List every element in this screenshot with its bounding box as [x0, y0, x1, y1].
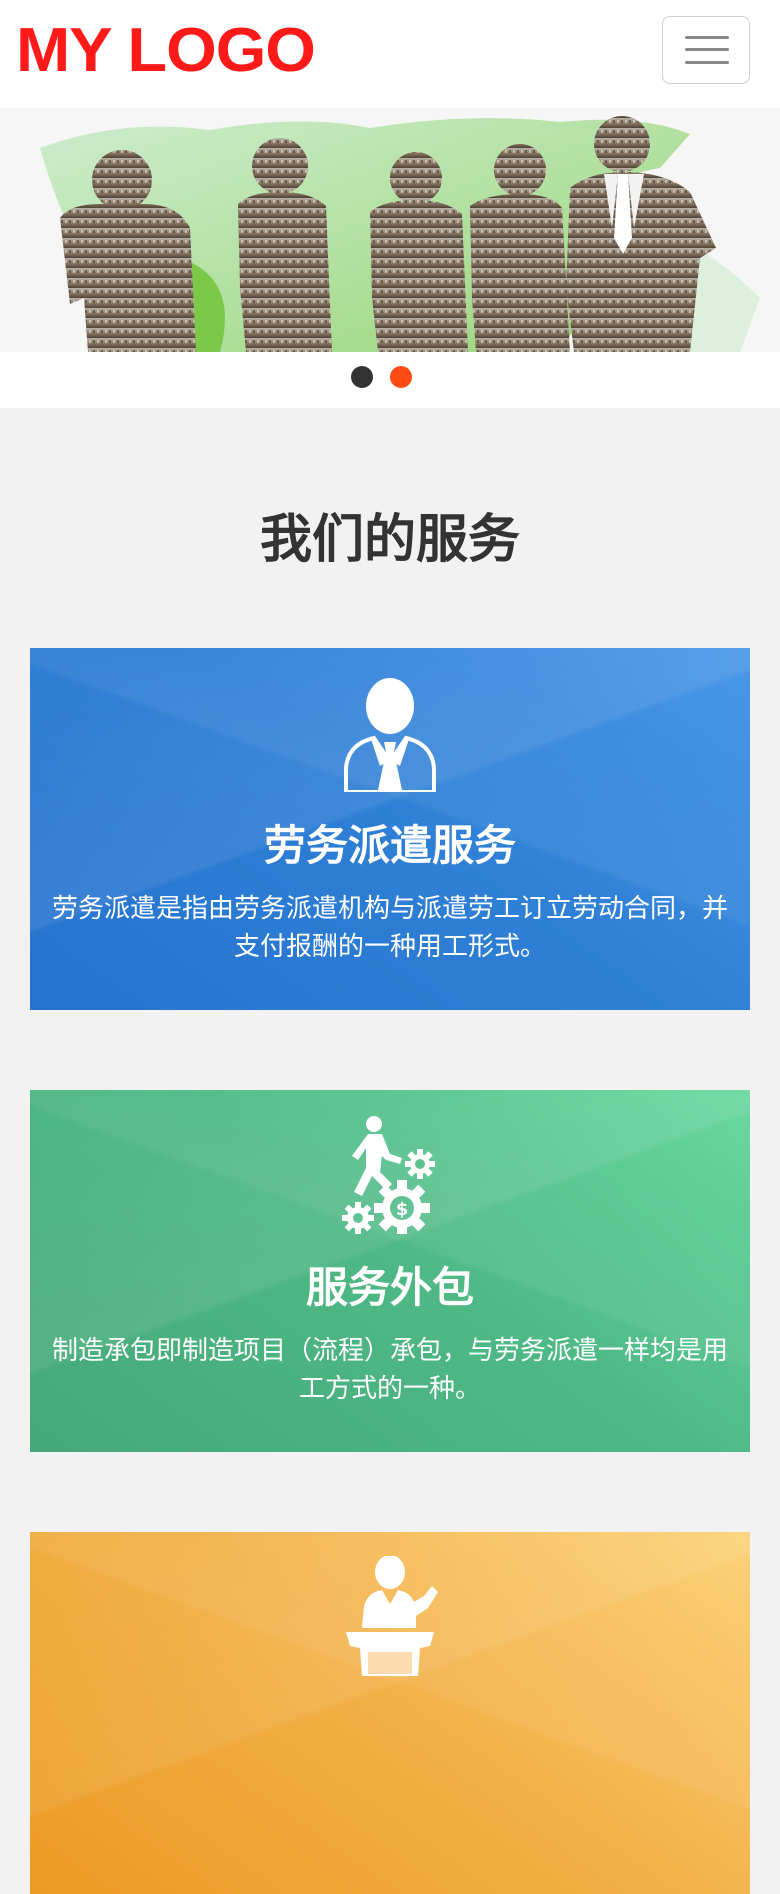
menu-bar [685, 36, 729, 39]
speaker-podium-icon [346, 1556, 438, 1676]
person-gears-icon: $ [342, 1116, 435, 1234]
service-card-outsourcing[interactable]: $ 服务外包 制造承包即制造项目（流程）承包，与劳务派遣一样均是用工方式的一种。 [30, 1090, 750, 1452]
carousel-dot-2-active[interactable] [390, 366, 412, 388]
service-card-training[interactable] [30, 1532, 750, 1894]
site-header: MY LOGO [0, 0, 780, 108]
service-card-title: 服务外包 [305, 1263, 474, 1312]
service-card-description: 劳务派遣是指由劳务派遣机构与派遣劳工订立劳动合同，并支付报酬的一种用工形式。 [52, 894, 729, 962]
service-card-labor-dispatch[interactable]: 劳务派遣服务 劳务派遣是指由劳务派遣机构与派遣劳工订立劳动合同，并支付报酬的一种… [30, 648, 750, 1010]
hamburger-menu-icon[interactable] [662, 16, 750, 84]
service-card-description: 制造承包即制造项目（流程）承包，与劳务派遣一样均是用工方式的一种。 [52, 1336, 729, 1404]
hero-banner[interactable] [0, 108, 780, 352]
svg-text:$: $ [396, 1199, 409, 1220]
banner-image [40, 116, 760, 352]
service-card-title: 劳务派遣服务 [263, 821, 516, 870]
businessman-icon [344, 678, 436, 792]
carousel-indicators [0, 352, 780, 408]
services-heading: 我们的服务 [259, 510, 520, 570]
menu-bar [685, 61, 729, 64]
site-logo[interactable]: MY LOGO [16, 20, 316, 82]
menu-bar [685, 48, 729, 51]
carousel-dot-1[interactable] [351, 366, 373, 388]
